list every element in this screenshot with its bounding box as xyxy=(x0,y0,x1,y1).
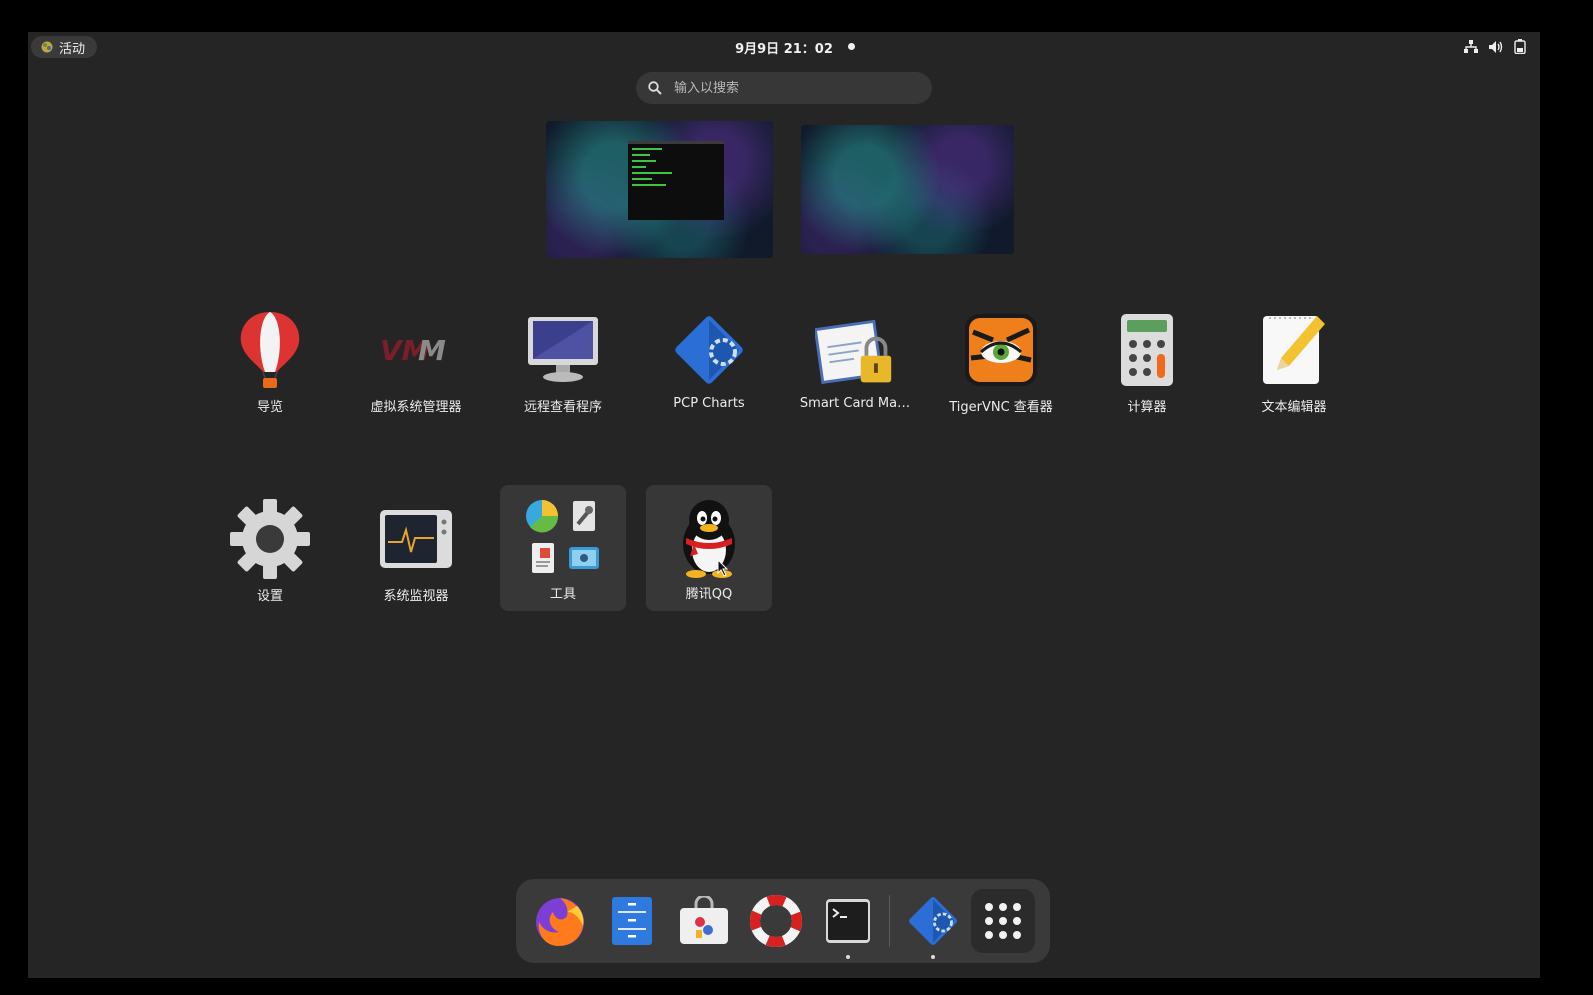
network-icon[interactable] xyxy=(1464,39,1478,54)
app-tencent-qq[interactable]: 腾讯QQ xyxy=(646,485,772,611)
app-tour[interactable]: 导览 xyxy=(207,298,333,424)
app-calculator[interactable]: 计算器 xyxy=(1084,298,1210,424)
document-viewer-icon xyxy=(532,543,554,573)
folder-icon xyxy=(521,497,605,577)
volume-icon[interactable] xyxy=(1488,40,1504,54)
app-label: 计算器 xyxy=(1127,400,1167,415)
battery-icon[interactable] xyxy=(1514,39,1526,54)
dash-dock xyxy=(516,879,1050,963)
text-editor-icon xyxy=(1263,316,1325,384)
gear-icon xyxy=(230,499,310,579)
dock-pcp-charts[interactable] xyxy=(901,889,965,959)
app-label: 远程查看程序 xyxy=(523,400,602,415)
monitor-icon xyxy=(528,317,598,382)
running-indicator xyxy=(846,955,850,959)
app-label: 设置 xyxy=(256,589,283,604)
vmm-icon: VM M xyxy=(380,334,446,367)
qq-penguin-icon xyxy=(683,500,735,578)
firefox-icon xyxy=(536,898,584,946)
app-folder-tools[interactable]: 工具 xyxy=(500,485,626,611)
lifebuoy-icon xyxy=(750,895,802,947)
notification-dot-icon xyxy=(848,43,855,50)
system-monitor-icon xyxy=(380,510,452,568)
top-bar: 活动 9月9日 21：02 xyxy=(28,32,1540,62)
app-label: 虚拟系统管理器 xyxy=(370,400,462,415)
app-grid-icon xyxy=(985,903,1021,939)
app-label: Smart Card Ma… xyxy=(799,396,911,411)
clock[interactable]: 9月9日 21：02 xyxy=(28,38,1540,57)
dock-firefox[interactable] xyxy=(528,889,592,953)
software-icon xyxy=(680,896,728,944)
app-label: 导览 xyxy=(256,400,283,415)
pcp-charts-icon xyxy=(675,316,743,384)
overview-screen: 活动 9月9日 21：02 输入以搜索 导览 VM M 虚拟系统管理器 远程查看… xyxy=(28,32,1540,978)
files-icon xyxy=(612,897,652,945)
app-tigervnc[interactable]: TigerVNC 查看器 xyxy=(938,298,1064,424)
app-settings[interactable]: 设置 xyxy=(207,487,333,613)
terminal-window-thumbnail[interactable] xyxy=(628,141,724,220)
balloon-icon xyxy=(240,312,300,388)
dock-help[interactable] xyxy=(744,889,808,953)
workspace-thumbnail-2[interactable] xyxy=(801,125,1014,254)
wrench-doc-icon xyxy=(573,501,595,531)
svg-text:M: M xyxy=(418,334,446,367)
app-remote-viewer[interactable]: 远程查看程序 xyxy=(500,298,626,424)
search-bar[interactable] xyxy=(636,72,932,104)
app-smart-card-manager[interactable]: Smart Card Ma… xyxy=(792,298,918,424)
dock-software[interactable] xyxy=(672,889,736,953)
disk-usage-icon xyxy=(526,500,559,533)
search-icon xyxy=(648,81,662,95)
running-indicator xyxy=(931,955,935,959)
pcp-charts-icon xyxy=(909,897,957,945)
show-apps-button[interactable] xyxy=(971,889,1035,953)
dock-files[interactable] xyxy=(600,889,664,953)
app-label: 工具 xyxy=(549,587,576,602)
system-tray[interactable] xyxy=(1464,39,1526,54)
app-label: TigerVNC 查看器 xyxy=(949,400,1053,415)
app-system-monitor[interactable]: 系统监视器 xyxy=(353,487,479,613)
smartcard-lock-icon xyxy=(815,319,892,385)
app-label: 腾讯QQ xyxy=(685,587,733,602)
app-text-editor[interactable]: 文本编辑器 xyxy=(1231,298,1357,424)
app-label: 系统监视器 xyxy=(383,589,449,604)
app-label: 文本编辑器 xyxy=(1261,400,1327,415)
dock-separator xyxy=(889,895,890,947)
app-label: PCP Charts xyxy=(673,396,745,411)
search-input[interactable] xyxy=(672,79,916,97)
app-pcp-charts[interactable]: PCP Charts xyxy=(646,298,772,424)
calculator-icon xyxy=(1121,314,1173,386)
workspace-thumbnail-1[interactable] xyxy=(546,121,773,258)
dock-terminal[interactable] xyxy=(816,889,880,959)
mouse-cursor-icon xyxy=(717,559,729,577)
tiger-icon xyxy=(965,314,1037,386)
screenshot-icon xyxy=(569,547,599,569)
app-virt-manager[interactable]: VM M 虚拟系统管理器 xyxy=(353,298,479,424)
terminal-icon xyxy=(826,899,870,943)
